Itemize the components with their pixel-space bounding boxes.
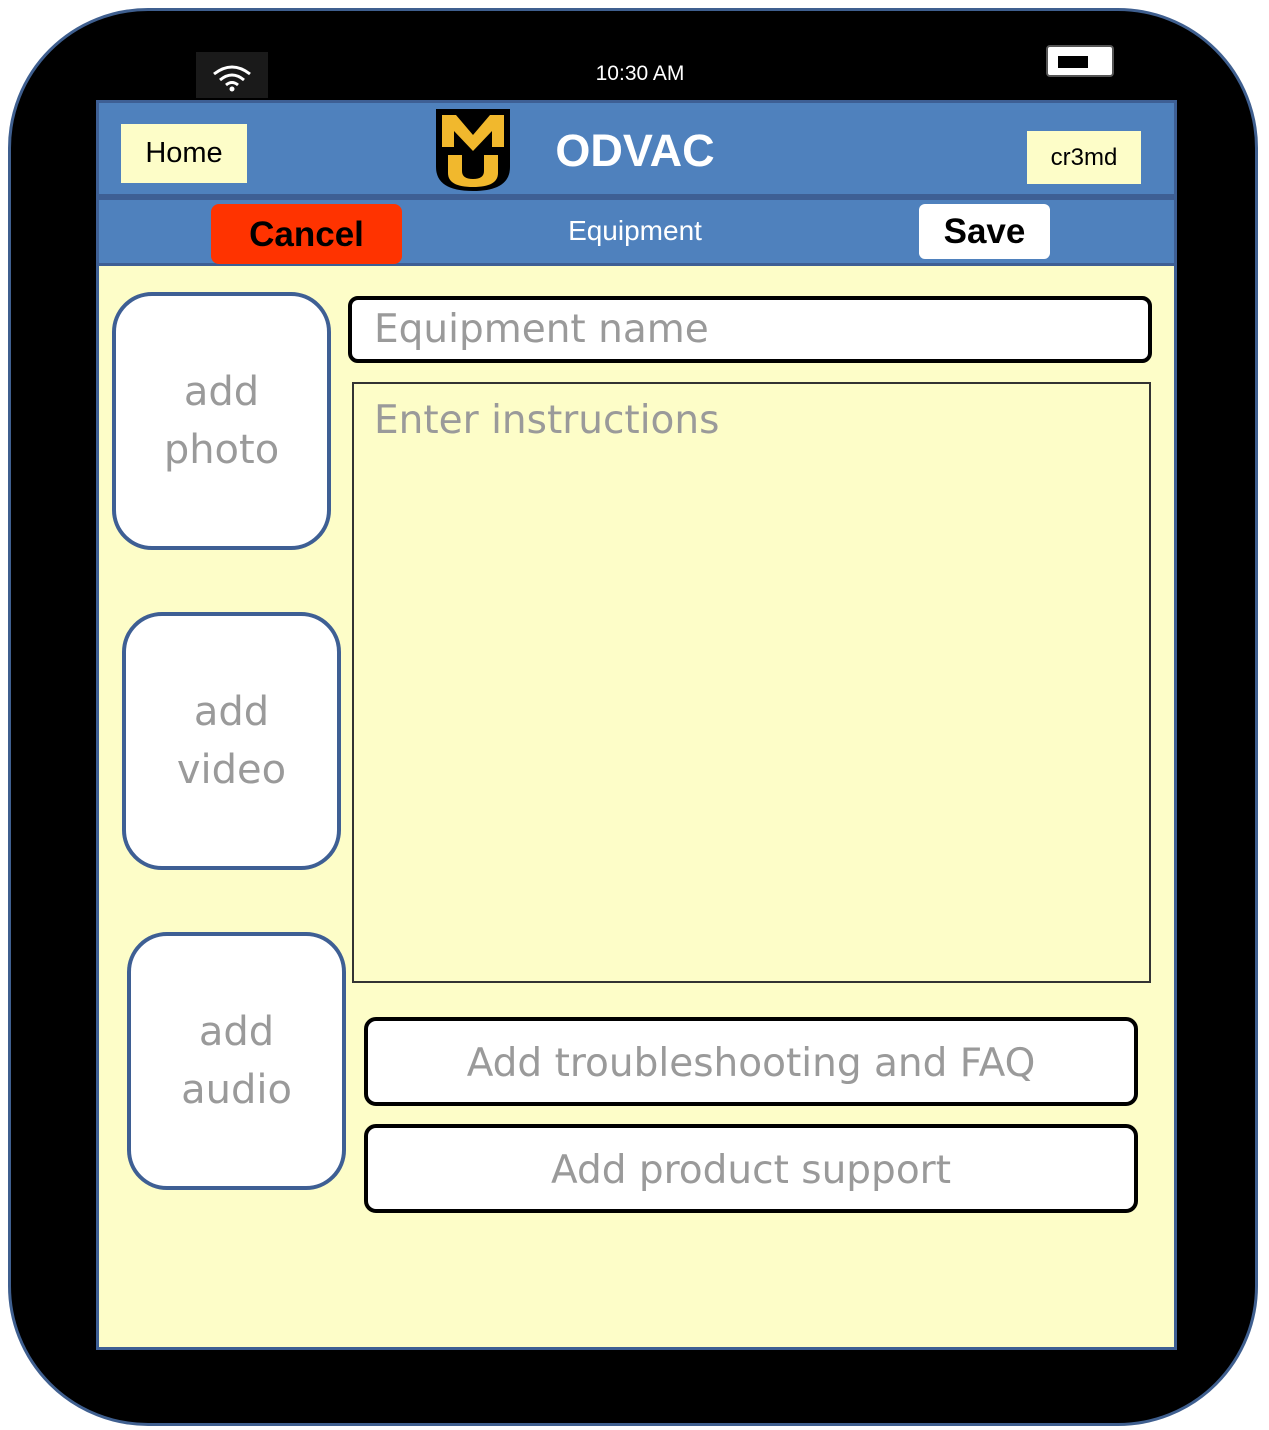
- page-title: Equipment: [568, 215, 702, 246]
- user-account-button[interactable]: cr3md: [1027, 131, 1141, 184]
- battery-icon: [1046, 45, 1114, 77]
- add-photo-button[interactable]: add photo: [112, 292, 331, 550]
- app-title: ODVAC: [555, 125, 715, 176]
- add-video-label: add video: [176, 689, 287, 793]
- equipment-name-input[interactable]: [348, 296, 1152, 363]
- cancel-button[interactable]: Cancel: [211, 204, 402, 264]
- mu-logo-icon: [434, 107, 512, 193]
- add-faq-button[interactable]: Add troubleshooting and FAQ: [364, 1017, 1138, 1106]
- add-product-support-button[interactable]: Add product support: [364, 1124, 1138, 1213]
- add-audio-label: add audio: [181, 1009, 292, 1113]
- home-button[interactable]: Home: [121, 124, 247, 183]
- add-video-button[interactable]: add video: [122, 612, 341, 870]
- add-audio-button[interactable]: add audio: [127, 932, 346, 1190]
- wifi-icon: [196, 52, 268, 98]
- instructions-textarea[interactable]: [352, 382, 1151, 983]
- save-button[interactable]: Save: [919, 204, 1050, 259]
- status-time: 10:30 AM: [595, 62, 685, 85]
- add-photo-label: add photo: [163, 369, 280, 473]
